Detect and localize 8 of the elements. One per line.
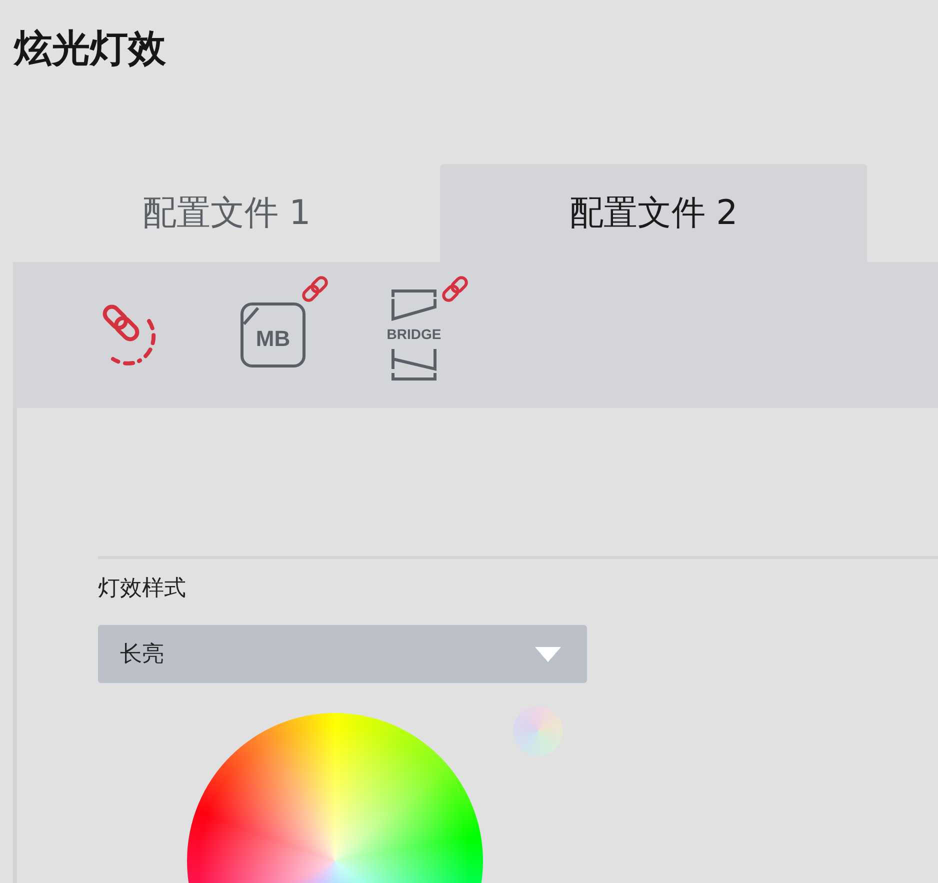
page-title: 炫光灯效 bbox=[12, 25, 167, 72]
caret-icon bbox=[535, 646, 561, 662]
motherboard-icon[interactable]: MB bbox=[238, 300, 308, 370]
effect-dropdown[interactable]: 长亮 bbox=[98, 625, 587, 683]
field-label: 灯效样式 bbox=[98, 575, 187, 603]
profile-tab[interactable]: 配置文件 1 bbox=[13, 164, 440, 262]
profile-tab[interactable]: 配置文件 2 bbox=[440, 164, 867, 262]
color-wheel-icon[interactable] bbox=[513, 706, 563, 756]
